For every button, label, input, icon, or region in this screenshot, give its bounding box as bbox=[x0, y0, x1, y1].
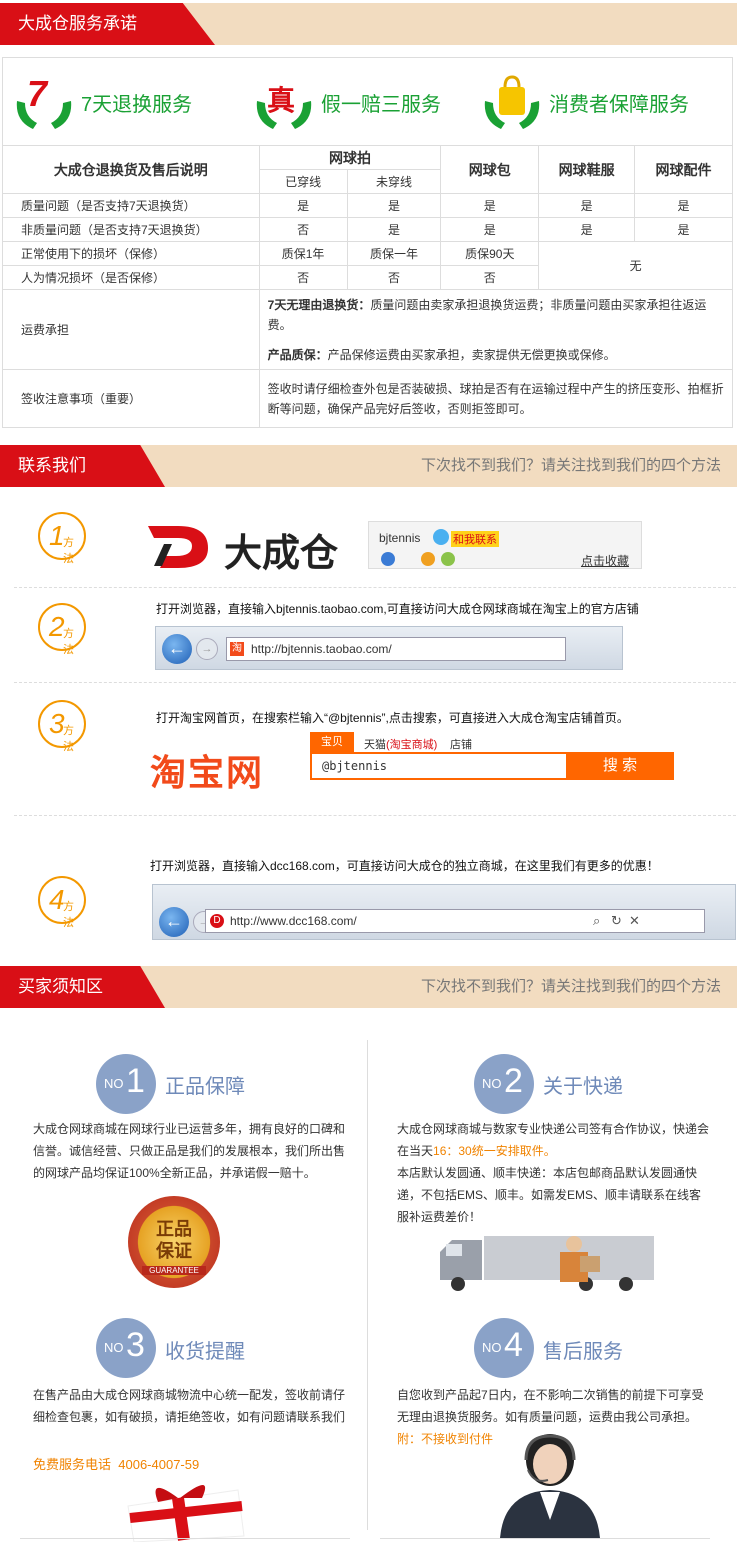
return-policy-table: 大成仓退换货及售后说明 网球拍 网球包 网球鞋服 网球配件 已穿线 未穿线 质量… bbox=[2, 145, 734, 428]
item-text: 自您收到产品起7日内，在不影响二次销售的前提下可享受无理由退换货服务。如有质量问… bbox=[397, 1388, 704, 1424]
browser-address-bar: ← → http://bjtennis.taobao.com/ 淘 bbox=[155, 626, 623, 670]
col-accessories: 网球配件 bbox=[634, 145, 733, 194]
section-title: 联系我们 bbox=[0, 445, 165, 487]
wangwang-icon bbox=[433, 529, 449, 545]
genuine-guarantee-icon: 真 bbox=[253, 71, 315, 133]
item-text: 在售产品由大成仓网球商城物流中心统一配发，签收前请仔细检查包裹，如有破损，请拒绝… bbox=[33, 1388, 346, 1424]
service-phone: 免费服务电话 4006-4007-59 bbox=[33, 1457, 200, 1472]
method-1-badge: 1 方法 bbox=[38, 512, 86, 565]
service-banner: 7 7天退换服务 真 假一赔三服务 消费者保障服务 bbox=[2, 57, 733, 145]
taobao-favicon: 淘 bbox=[230, 642, 244, 656]
section-subtitle: 下次找不到我们？请关注找到我们的四个方法 bbox=[420, 457, 721, 474]
item-text: 大成仓网球商城与数家专业快递公司签有合作协议，快递会在当天16：30统一安排取件… bbox=[397, 1122, 710, 1224]
refresh-icon[interactable]: ↻ bbox=[611, 913, 622, 929]
close-icon[interactable]: ✕ bbox=[629, 913, 640, 929]
favorite-link[interactable]: 点击收藏 bbox=[581, 552, 629, 569]
dacheng-logo: 大成仓 bbox=[142, 520, 347, 575]
col-racket: 网球拍 bbox=[258, 145, 442, 170]
table-row: 运费承担 7天无理由退换货：质量问题由卖家承担退换货运费；非质量问题由买家承担往… bbox=[2, 289, 734, 370]
col-shoes: 网球鞋服 bbox=[538, 145, 636, 194]
item-title: 关于快递 bbox=[543, 1076, 623, 1098]
taobao-logo: 淘宝网 bbox=[150, 752, 265, 793]
forward-button[interactable]: → bbox=[196, 638, 218, 660]
no-warranty-cell: 无 bbox=[538, 241, 733, 290]
search-input[interactable]: @bjtennis bbox=[310, 752, 568, 780]
table-row: 正常使用下的损坏（保修） 质保1年 质保一年 质保90天 无 bbox=[2, 241, 733, 290]
seven-day-return-icon: 7 bbox=[13, 71, 75, 133]
browser-address-bar: ← → http://www.dcc168.com/ D ⌕ ↻ ✕ bbox=[152, 884, 736, 940]
method-2-badge: 2 方法 bbox=[38, 603, 86, 656]
no-1-badge: NO 1 bbox=[96, 1054, 156, 1114]
divider bbox=[380, 1538, 710, 1539]
service-7day: 7 7天退换服务 bbox=[13, 58, 192, 146]
table-row: 质量问题（是否支持7天退换货） 是是是是是 bbox=[2, 193, 733, 218]
gift-box-icon bbox=[118, 1476, 250, 1543]
contact-me-button[interactable]: 和我联系 bbox=[451, 531, 499, 547]
no-2-badge: NO 2 bbox=[474, 1054, 534, 1114]
method-4-badge: 4 方法 bbox=[38, 876, 86, 929]
item-title: 收货提醒 bbox=[165, 1341, 245, 1363]
back-button[interactable]: ← bbox=[162, 634, 192, 664]
tab-shop[interactable]: 店铺 bbox=[450, 736, 472, 752]
divider bbox=[14, 815, 736, 816]
dacheng-logo-icon bbox=[148, 526, 208, 568]
method-3-badge: 3 方法 bbox=[38, 700, 86, 753]
column-divider bbox=[367, 1040, 368, 1530]
divider bbox=[14, 587, 736, 588]
section-header-contact: 联系我们 下次找不到我们？请关注找到我们的四个方法 bbox=[0, 445, 737, 487]
url-field[interactable]: http://bjtennis.taobao.com/ bbox=[226, 637, 566, 661]
item-title: 售后服务 bbox=[543, 1341, 623, 1363]
section-title: 买家须知区 bbox=[0, 966, 165, 1008]
tab-tmall[interactable]: 天猫(淘宝商城) bbox=[364, 736, 437, 752]
method-2-text: 打开浏览器，直接输入bjtennis.taobao.com,可直接访问大成仓网球… bbox=[156, 602, 639, 616]
table-row: 签收注意事项（重要） 签收时请仔细检查外包是否装破损、球拍是否有在运输过程中产生… bbox=[2, 369, 734, 428]
service-label: 消费者保障服务 bbox=[549, 93, 689, 116]
delivery-truck-icon bbox=[436, 1226, 656, 1294]
method-3-text: 打开淘宝网首页，在搜索栏输入“@bjtennis”,点击搜索，可直接进入大成仓淘… bbox=[156, 711, 629, 725]
no-4-badge: NO 4 bbox=[474, 1318, 534, 1378]
section-subtitle: 下次找不到我们？请关注找到我们的四个方法 bbox=[420, 978, 721, 995]
dacheng-favicon: D bbox=[210, 914, 224, 928]
crown-icon bbox=[381, 552, 395, 566]
item-text: 大成仓网球商城在网球行业已运营多年，拥有良好的口碑和信誉。诚信经营、只做正品是我… bbox=[33, 1122, 346, 1180]
section-header-service: 大成仓服务承诺 bbox=[0, 3, 737, 45]
table-row: 非质量问题（是否支持7天退换货） 否是是是是 bbox=[2, 217, 733, 242]
shipping-policy: 7天无理由退换货：质量问题由卖家承担退换货运费；非质量问题由买家承担往返运费。 … bbox=[258, 289, 734, 370]
customer-service-agent-icon bbox=[490, 1430, 610, 1538]
item-note: 附：不接收到付件 bbox=[397, 1432, 494, 1446]
search-button[interactable]: 搜 索 bbox=[566, 752, 674, 780]
consumer-protection-icon bbox=[481, 71, 543, 133]
divider bbox=[14, 682, 736, 683]
seller-rank-icon bbox=[441, 552, 455, 566]
tab-item[interactable]: 宝贝 bbox=[310, 732, 354, 752]
col-unworn: 未穿线 bbox=[346, 169, 442, 194]
guarantee-seal-icon: 正品 保证 GUARANTEE bbox=[128, 1196, 220, 1288]
back-button[interactable]: ← bbox=[159, 907, 189, 937]
medal-icon bbox=[421, 552, 435, 566]
item-title: 正品保障 bbox=[165, 1076, 245, 1098]
taobao-search: 宝贝 天猫(淘宝商城) 店铺 @bjtennis 搜 索 bbox=[310, 732, 674, 782]
service-genuine: 真 假一赔三服务 bbox=[253, 58, 441, 146]
wangwang-card: bjtennis 和我联系 点击收藏 bbox=[368, 521, 642, 569]
divider bbox=[20, 1538, 350, 1539]
col-bag: 网球包 bbox=[440, 145, 540, 194]
table-corner: 大成仓退换货及售后说明 bbox=[2, 145, 260, 194]
service-protection: 消费者保障服务 bbox=[481, 58, 689, 146]
col-worn: 已穿线 bbox=[258, 169, 348, 194]
section-title: 大成仓服务承诺 bbox=[0, 3, 215, 45]
section-header-buyer: 买家须知区 下次找不到我们？请关注找到我们的四个方法 bbox=[0, 966, 737, 1008]
search-icon[interactable]: ⌕ bbox=[593, 913, 600, 929]
service-label: 7天退换服务 bbox=[81, 93, 193, 116]
no-3-badge: NO 3 bbox=[96, 1318, 156, 1378]
method-4-text: 打开浏览器，直接输入dcc168.com，可直接访问大成仓的独立商城，在这里我们… bbox=[150, 859, 659, 873]
service-label: 假一赔三服务 bbox=[321, 93, 441, 116]
